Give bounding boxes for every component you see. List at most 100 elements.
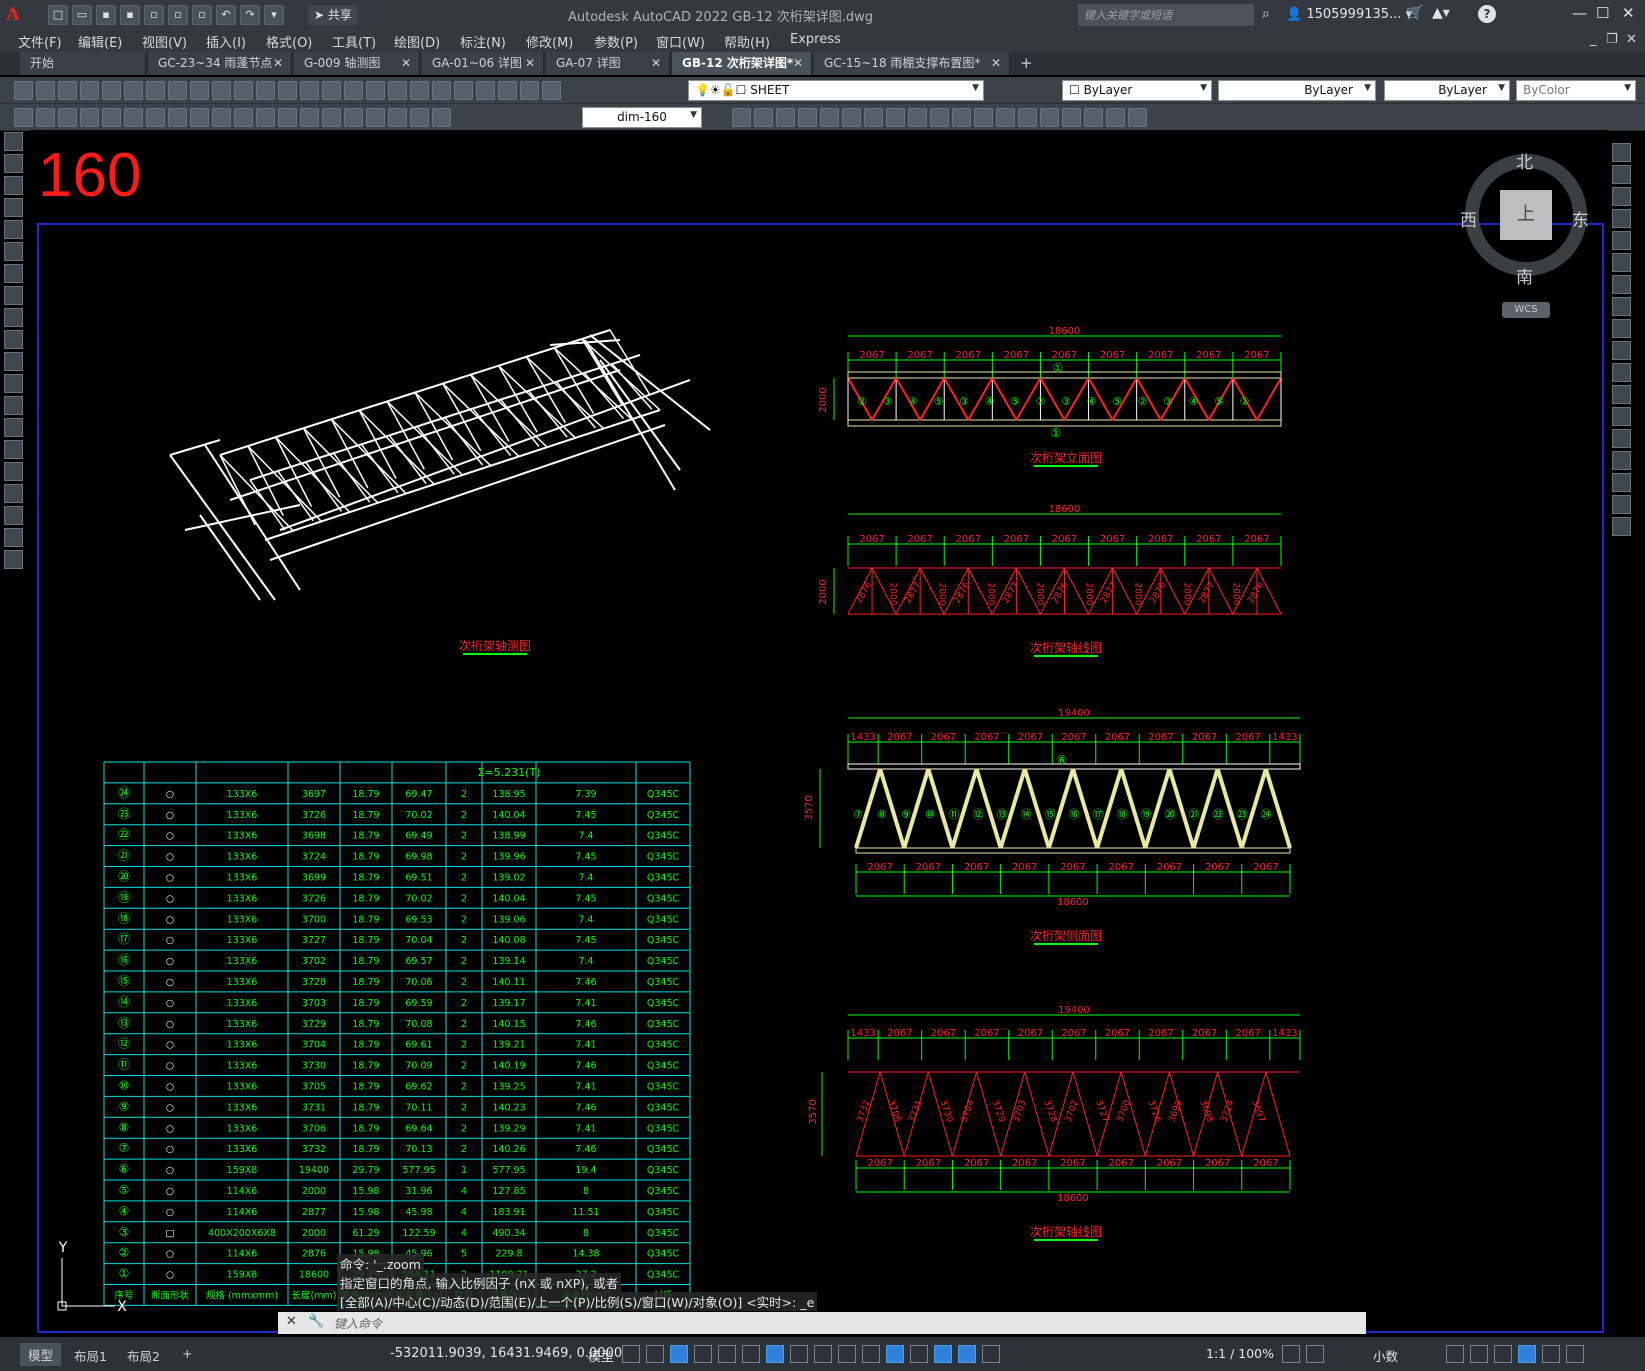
dim-jogged-icon[interactable] xyxy=(190,108,209,127)
gradient-icon[interactable] xyxy=(4,462,23,481)
menu-format[interactable]: 格式(O) xyxy=(266,32,312,51)
group-icon[interactable] xyxy=(1106,108,1125,127)
zoom-realtime-icon[interactable] xyxy=(322,81,341,100)
scale-icon[interactable] xyxy=(1612,297,1631,316)
search-input[interactable]: 键入关键字或短语 xyxy=(1078,4,1254,26)
help-icon[interactable] xyxy=(520,81,539,100)
extend-icon[interactable] xyxy=(952,108,971,127)
pan-icon[interactable] xyxy=(300,81,319,100)
quick-properties-icon[interactable] xyxy=(1446,1345,1464,1363)
viewcube-east[interactable]: 东 xyxy=(1572,206,1589,231)
add-selected-icon[interactable] xyxy=(4,550,23,569)
calc-icon[interactable] xyxy=(498,81,517,100)
color-combo[interactable]: ☐ ByLayer ▼ xyxy=(1062,80,1212,101)
tab-gc15[interactable]: GC-15~18 雨棚支撑布置图* ✕ xyxy=(814,52,1010,75)
ungroup-icon[interactable] xyxy=(1128,108,1147,127)
join-icon[interactable] xyxy=(1612,429,1631,448)
explode-icon[interactable] xyxy=(1062,108,1081,127)
autodesk-a360-icon[interactable]: ▲▾ xyxy=(1432,5,1450,21)
annotation-monitor-icon[interactable] xyxy=(1306,1345,1324,1363)
lineweight-icon[interactable] xyxy=(790,1345,808,1363)
mirror-icon[interactable] xyxy=(1612,187,1631,206)
rotate-icon[interactable] xyxy=(1612,275,1631,294)
cut-icon[interactable] xyxy=(168,81,187,100)
units-display[interactable]: 小数 xyxy=(1373,1346,1398,1365)
tolerance-icon[interactable] xyxy=(300,108,319,127)
tab-close-icon[interactable]: ✕ xyxy=(651,52,661,75)
undo-icon[interactable] xyxy=(256,81,275,100)
menu-parametric[interactable]: 参数(P) xyxy=(594,32,638,51)
transparency-icon[interactable] xyxy=(814,1345,832,1363)
markup-icon[interactable] xyxy=(476,81,495,100)
mirror-icon[interactable] xyxy=(776,108,795,127)
graphics-performance-icon[interactable] xyxy=(1518,1345,1536,1363)
viewcube-north[interactable]: 北 xyxy=(1516,148,1533,173)
dim-edit-icon[interactable] xyxy=(388,108,407,127)
dim-space-icon[interactable] xyxy=(256,108,275,127)
menu-modify[interactable]: 修改(M) xyxy=(526,32,573,51)
dim-break-icon[interactable] xyxy=(278,108,297,127)
dim-baseline-icon[interactable] xyxy=(80,108,99,127)
menu-dimension[interactable]: 标注(N) xyxy=(460,32,506,51)
table-icon[interactable] xyxy=(4,506,23,525)
gizmo-icon[interactable] xyxy=(934,1345,952,1363)
explode-icon[interactable] xyxy=(1612,517,1631,536)
add-layout-icon[interactable]: + xyxy=(182,1346,192,1361)
lineweight-combo[interactable]: ByLayer ▼ xyxy=(1384,80,1510,101)
publish-icon[interactable]: ▫ xyxy=(168,5,188,25)
zoom-window-icon[interactable] xyxy=(344,81,363,100)
array-icon[interactable] xyxy=(820,108,839,127)
break-icon[interactable] xyxy=(1612,407,1631,426)
dim-diameter-icon[interactable] xyxy=(168,108,187,127)
design-center-icon[interactable] xyxy=(410,81,429,100)
stretch-icon[interactable] xyxy=(1612,319,1631,338)
break-icon[interactable] xyxy=(974,108,993,127)
tab-g009[interactable]: G-009 轴测图 ✕ xyxy=(294,52,420,75)
otrack-icon[interactable] xyxy=(742,1345,760,1363)
doc-minimize-icon[interactable]: _ xyxy=(1590,32,1597,47)
chamfer-icon[interactable] xyxy=(1018,108,1037,127)
tab-ga07[interactable]: GA-07 详图 ✕ xyxy=(546,52,670,75)
dim-continue-icon[interactable] xyxy=(102,108,121,127)
lock-ui-icon[interactable] xyxy=(1470,1345,1488,1363)
tab-layout2[interactable]: 布局2 xyxy=(127,1346,160,1365)
insert-block-icon[interactable] xyxy=(4,374,23,393)
arc-icon[interactable] xyxy=(4,242,23,261)
customization-icon[interactable] xyxy=(1566,1345,1584,1363)
3d-osnap-icon[interactable] xyxy=(862,1345,880,1363)
tab-ga01[interactable]: GA-01~06 详图 ✕ xyxy=(422,52,544,75)
customize-qat-icon[interactable]: ▾ xyxy=(264,5,284,25)
properties-icon[interactable] xyxy=(388,81,407,100)
plot-icon[interactable]: ▫ xyxy=(192,5,212,25)
wrench-icon[interactable]: 🔧 xyxy=(308,1314,324,1329)
break-point-icon[interactable] xyxy=(1612,385,1631,404)
extend-icon[interactable] xyxy=(1612,363,1631,382)
maximize-icon[interactable]: ☐ xyxy=(1596,4,1609,22)
trim-icon[interactable] xyxy=(930,108,949,127)
dynamic-ucs-icon[interactable] xyxy=(886,1345,904,1363)
trim-icon[interactable] xyxy=(1612,341,1631,360)
viewcube-west[interactable]: 西 xyxy=(1460,206,1477,231)
copy-icon[interactable] xyxy=(1612,165,1631,184)
osnap-icon[interactable] xyxy=(766,1345,784,1363)
tab-close-icon[interactable]: ✕ xyxy=(273,52,283,75)
tool-palettes-icon[interactable] xyxy=(432,81,451,100)
dimstyle-combo[interactable]: dim-160 ▼ xyxy=(582,107,702,128)
tab-close-icon[interactable]: ✕ xyxy=(401,52,411,75)
redo-icon[interactable] xyxy=(278,81,297,100)
menu-help[interactable]: 帮助(H) xyxy=(724,32,770,51)
save-icon[interactable]: ▪ xyxy=(96,5,116,25)
menu-tools[interactable]: 工具(T) xyxy=(332,32,376,51)
paste-icon[interactable] xyxy=(212,81,231,100)
annotation-visibility-icon[interactable] xyxy=(958,1345,976,1363)
close-icon[interactable]: ✕ xyxy=(286,1314,297,1329)
polar-icon[interactable] xyxy=(694,1345,712,1363)
isolate-objects-icon[interactable] xyxy=(1494,1345,1512,1363)
share-button[interactable]: ➤ 共享 xyxy=(308,5,358,25)
new-tab-icon[interactable]: + xyxy=(1020,54,1033,72)
make-block-icon[interactable] xyxy=(4,396,23,415)
dim-aligned-icon[interactable] xyxy=(36,108,55,127)
wcs-menu[interactable]: WCS xyxy=(1502,302,1550,318)
plot-icon[interactable] xyxy=(80,81,99,100)
save-icon[interactable] xyxy=(58,81,77,100)
